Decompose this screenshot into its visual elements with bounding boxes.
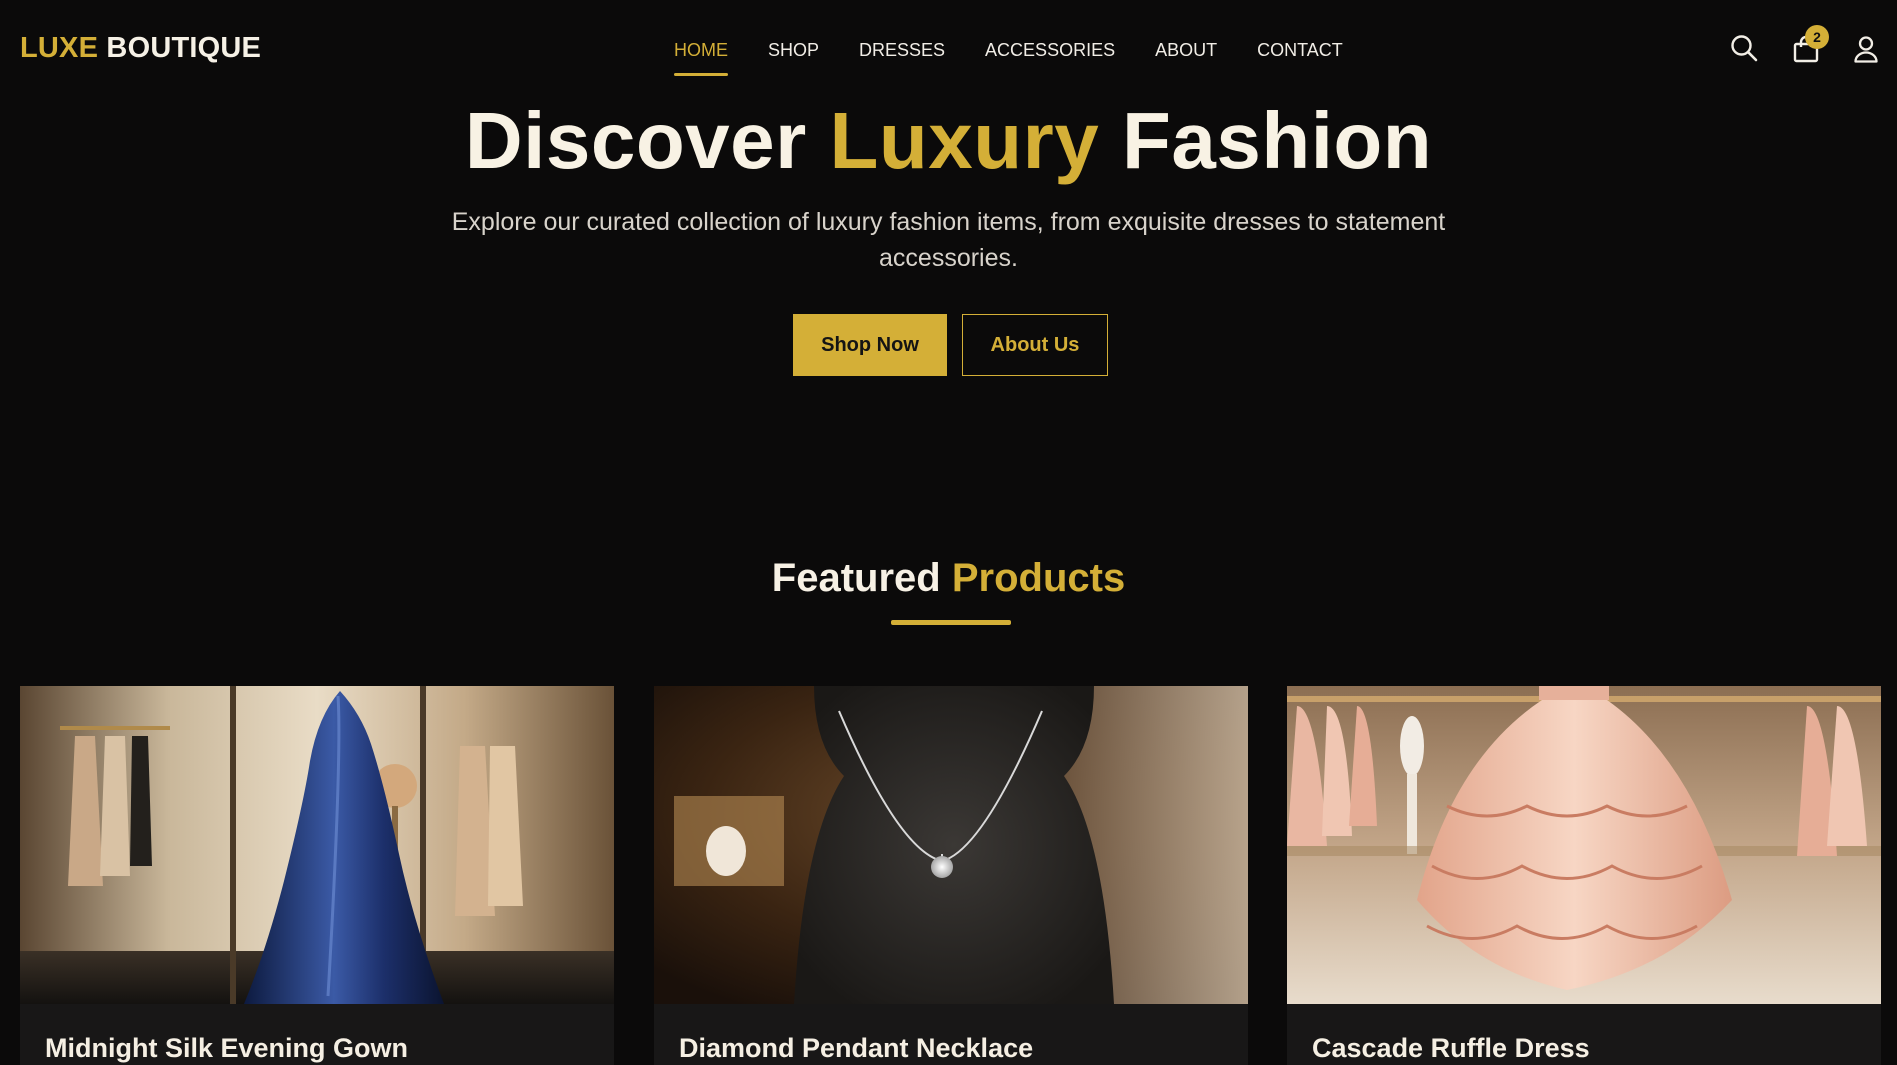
product-image-ruffle-dress[interactable] — [1287, 686, 1881, 1004]
featured-title-part1: Featured — [771, 556, 952, 600]
hero-subtitle: Explore our curated collection of luxury… — [451, 208, 1446, 272]
brand-logo[interactable]: LUXE BOUTIQUE — [20, 32, 261, 65]
nav-item-contact[interactable]: CONTACT — [1237, 38, 1363, 76]
featured-products-title: Featured Products — [0, 556, 1897, 601]
product-image-evening-gown[interactable] — [20, 686, 614, 1004]
nav-item-dresses[interactable]: DRESSES — [839, 38, 965, 76]
brand-logo-rest: BOUTIQUE — [106, 32, 262, 64]
product-card[interactable]: Cascade Ruffle Dress — [1287, 686, 1881, 1065]
hero-title-part1: Discover — [464, 96, 830, 185]
nav-item-about[interactable]: ABOUT — [1135, 38, 1237, 76]
main-nav: HOME SHOP DRESSES ACCESSORIES ABOUT CONT… — [674, 38, 1363, 76]
featured-title-highlight: Products — [951, 556, 1126, 600]
about-us-button[interactable]: About Us — [962, 314, 1108, 376]
product-name[interactable]: Cascade Ruffle Dress — [1312, 1033, 1590, 1064]
product-name[interactable]: Diamond Pendant Necklace — [679, 1033, 1033, 1064]
hero-title: Discover Luxury Fashion — [0, 95, 1897, 187]
user-icon[interactable] — [1853, 35, 1879, 63]
nav-item-home[interactable]: HOME — [674, 38, 748, 76]
shop-now-button[interactable]: Shop Now — [793, 314, 947, 376]
nav-item-shop[interactable]: SHOP — [748, 38, 839, 76]
product-card[interactable]: Diamond Pendant Necklace — [654, 686, 1248, 1065]
product-grid: Midnight Silk Evening Gown Diamond Penda… — [20, 686, 1882, 1065]
product-name[interactable]: Midnight Silk Evening Gown — [45, 1033, 408, 1064]
site-header: LUXE BOUTIQUE HOME SHOP DRESSES ACCESSOR… — [0, 0, 1897, 100]
nav-item-accessories[interactable]: ACCESSORIES — [965, 38, 1135, 76]
hero-title-highlight: Luxury — [829, 96, 1100, 185]
brand-logo-accent: LUXE — [20, 32, 99, 64]
hero-title-part2: Fashion — [1099, 96, 1433, 185]
section-divider — [891, 620, 1011, 625]
search-icon[interactable] — [1729, 33, 1759, 63]
product-card[interactable]: Midnight Silk Evening Gown — [20, 686, 614, 1065]
cart-count-badge: 2 — [1805, 25, 1829, 49]
product-image-pendant-necklace[interactable] — [654, 686, 1248, 1004]
